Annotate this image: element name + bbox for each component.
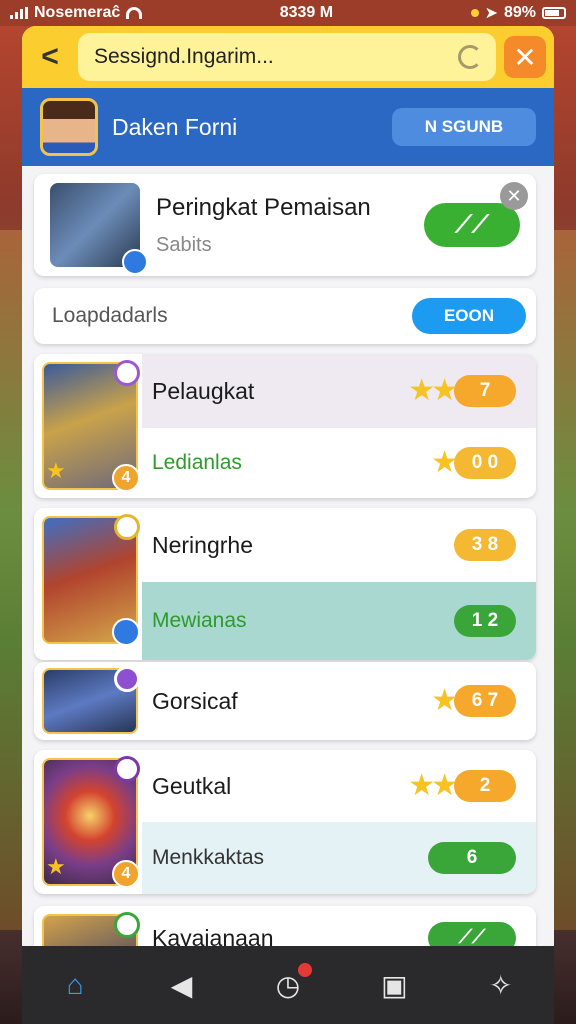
entry-thumbnail <box>42 666 140 734</box>
navigation-arrow-icon: ➤ <box>484 5 498 22</box>
entry-rank-badge-icon <box>114 360 140 386</box>
home-icon[interactable]: ⌂ <box>57 967 93 1003</box>
entry-subtitle: Mewianas <box>152 609 247 632</box>
star-icon: ★ <box>46 854 66 879</box>
signal-icon <box>10 7 28 19</box>
entry-name: Neringrhe <box>152 531 253 558</box>
top-bar: < Sessignd.Ingarim... ✕ <box>22 26 554 88</box>
entry-secondary-score: 6 <box>428 842 516 874</box>
entry-score: 7 <box>454 375 516 407</box>
wifi-icon <box>126 7 143 19</box>
close-button[interactable]: ✕ <box>504 36 546 78</box>
bottom-navigation: ⌂ ◀ ◷ ▣ ✧ <box>22 946 554 1024</box>
entry-score: 3 8 <box>454 529 516 561</box>
entry-primary-row: Geutkal ★ ★ 2 <box>142 750 536 822</box>
entry-rank-badge-icon <box>114 514 140 540</box>
entry-rank-badge-icon <box>114 666 140 692</box>
star-icon: ★ <box>46 458 66 483</box>
entry-secondary-row: Mewianas 1 2 <box>142 582 536 660</box>
entry-primary-row: Gorsicaf ★ 6 7 <box>142 662 536 740</box>
entry-primary-row: Neringrhe 3 8 <box>142 508 536 582</box>
entry-subtitle: Menkkaktas <box>152 846 265 869</box>
battery-icon <box>542 7 566 19</box>
back-triangle-icon[interactable]: ◀ <box>164 967 200 1003</box>
leaderboard-entry[interactable]: ★ 4 Pelaugkat ★ ★ 7 Ledianlas ★ 0 0 <box>34 354 536 498</box>
entry-secondary-score: 0 0 <box>454 447 516 479</box>
address-pill[interactable]: Sessignd.Ingarim... <box>78 33 496 81</box>
back-button[interactable]: < <box>30 35 70 79</box>
entry-primary-row: Pelaugkat ★ ★ 7 <box>142 354 536 428</box>
tab-toggle-button[interactable]: EOON <box>412 298 526 334</box>
dismiss-icon[interactable]: ✕ <box>500 182 528 210</box>
promo-subtitle: Sabits <box>156 233 212 256</box>
entry-thumbnail: ★ 4 <box>42 756 140 888</box>
entry-secondary-row: Ledianlas ★ 0 0 <box>142 428 536 498</box>
refresh-icon[interactable] <box>458 45 482 69</box>
battery-percent: 89% <box>503 4 536 21</box>
promo-card[interactable]: Peringkat Pemaisan Sabits ⟋⟋ ✕ <box>34 174 536 276</box>
entry-thumbnail <box>42 514 140 646</box>
app-window: < Sessignd.Ingarim... ✕ Daken Forni N SG… <box>22 26 554 1024</box>
entry-level-badge: 4 <box>112 464 140 492</box>
promo-badge-icon <box>122 249 148 275</box>
username: Daken Forni <box>112 113 238 140</box>
star-icon: ★ <box>431 684 458 717</box>
leaderboard-entry[interactable]: Gorsicaf ★ 6 7 <box>34 662 536 740</box>
entry-thumbnail: ★ 4 <box>42 360 140 492</box>
leaderboard-entry[interactable]: Neringrhe 3 8 Mewianas 1 2 <box>34 508 536 660</box>
clock-icon[interactable]: ◷ <box>270 963 312 1003</box>
promo-thumbnail <box>50 183 148 275</box>
notification-dot <box>297 963 312 977</box>
star-icon: ★ <box>431 374 458 407</box>
entry-subtitle: Ledianlas <box>152 451 242 474</box>
entry-level-badge <box>112 618 140 646</box>
carrier-label: Nosemeraĉ <box>34 4 121 21</box>
entry-level-badge: 4 <box>112 860 140 888</box>
promo-cta-button[interactable]: ⟋⟋ <box>424 203 520 247</box>
entry-score: 6 7 <box>454 685 516 717</box>
entry-name: Gorsicaf <box>152 687 238 714</box>
leaderboard-entry[interactable]: ★ 4 Geutkal ★ ★ 2 Menkkaktas 6 <box>34 750 536 894</box>
book-icon[interactable]: ▣ <box>376 967 412 1003</box>
leaderboard-tab-bar: Loapdadarls EOON <box>34 288 536 344</box>
entry-score: 2 <box>454 770 516 802</box>
user-action-button[interactable]: N SGUNB <box>392 108 536 146</box>
clock: 8339 M <box>279 4 334 21</box>
leaderboard-label: Loapdadarls <box>52 304 168 327</box>
compass-icon[interactable]: ✧ <box>483 967 519 1003</box>
star-icon: ★ <box>431 446 458 479</box>
entry-secondary-score: 1 2 <box>454 605 516 637</box>
user-bar: Daken Forni N SGUNB <box>22 88 554 166</box>
avatar[interactable] <box>40 98 98 156</box>
entry-name: Geutkal <box>152 772 232 799</box>
location-dot-icon <box>470 9 479 17</box>
entry-rank-badge-icon <box>114 912 140 938</box>
promo-title: Peringkat Pemaisan <box>156 193 371 221</box>
entry-rank-badge-icon <box>114 756 140 782</box>
star-icon: ★ <box>431 769 458 802</box>
status-bar: Nosemeraĉ 8339 M ➤ 89% <box>0 0 576 26</box>
entry-name: Pelaugkat <box>152 377 255 404</box>
entry-secondary-row: Menkkaktas 6 <box>142 822 536 894</box>
page-title: Sessignd.Ingarim... <box>94 45 274 68</box>
